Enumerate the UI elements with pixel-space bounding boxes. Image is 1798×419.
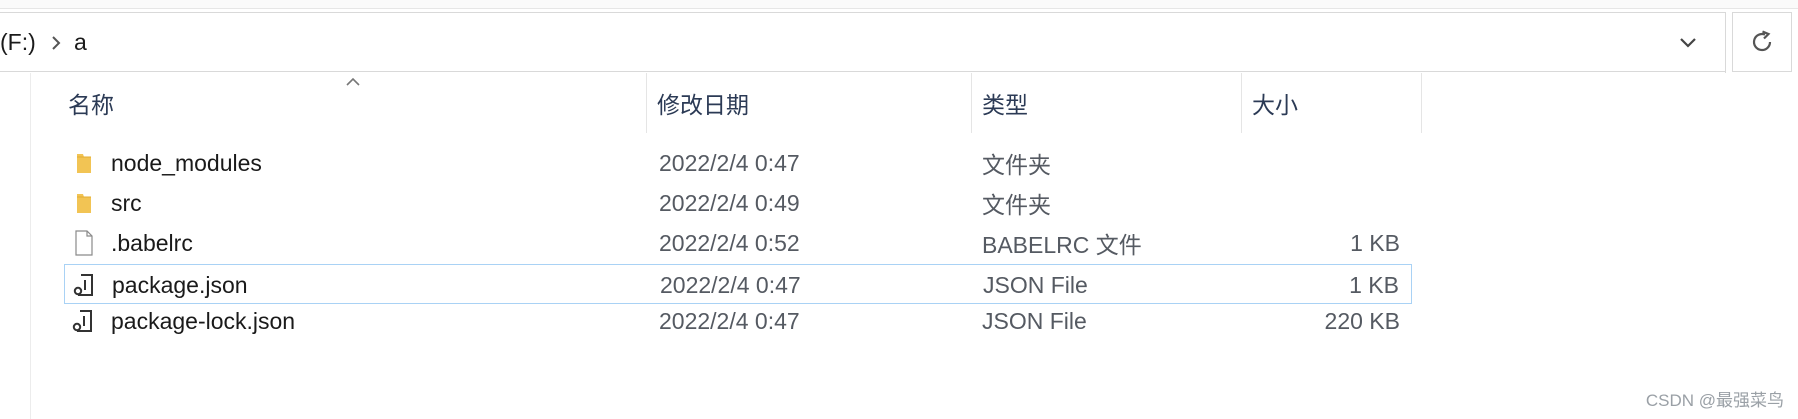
- file-date: 2022/2/4 0:47: [659, 307, 800, 334]
- column-header-size-label: 大小: [1252, 92, 1298, 118]
- file-row-node-modules[interactable]: node_modules 2022/2/4 0:47 文件夹: [64, 143, 1412, 183]
- file-size: 1 KB: [1349, 271, 1399, 298]
- column-header-size[interactable]: 大小: [1241, 73, 1422, 133]
- refresh-button[interactable]: [1732, 12, 1792, 72]
- chevron-down-icon: [1680, 38, 1696, 48]
- file-size: 220 KB: [1324, 307, 1400, 334]
- file-type: JSON File: [983, 271, 1088, 298]
- column-header-type-label: 类型: [982, 92, 1028, 118]
- file-name: node_modules: [111, 149, 262, 176]
- window-top-edge: [0, 0, 1798, 9]
- file-date: 2022/2/4 0:47: [660, 271, 801, 298]
- folder-icon: [70, 143, 98, 183]
- folder-icon: [70, 183, 98, 223]
- column-header-name-label: 名称: [68, 92, 114, 118]
- address-bar-divider: [1725, 13, 1726, 73]
- column-header-date[interactable]: 修改日期: [646, 73, 971, 133]
- address-history-dropdown[interactable]: [1672, 27, 1704, 59]
- file-row-package-lock-json[interactable]: package-lock.json 2022/2/4 0:47 JSON Fil…: [64, 301, 1412, 341]
- address-bar[interactable]: (F:) a: [0, 12, 1726, 73]
- file-row-src[interactable]: src 2022/2/4 0:49 文件夹: [64, 183, 1412, 223]
- json-file-icon: [71, 265, 99, 305]
- column-header-date-label: 修改日期: [657, 92, 749, 118]
- file-date: 2022/2/4 0:52: [659, 229, 800, 256]
- column-header-row: 名称 修改日期 类型 大小: [0, 73, 1422, 133]
- file-list-pane[interactable]: 名称 修改日期 类型 大小 node_modules 2022/2/4 0:47…: [0, 73, 1798, 419]
- file-row-package-json[interactable]: package.json 2022/2/4 0:47 JSON File 1 K…: [64, 264, 1412, 304]
- breadcrumb-folder[interactable]: a: [74, 29, 87, 56]
- file-icon: [70, 223, 98, 263]
- chevron-right-icon[interactable]: [50, 35, 62, 51]
- file-type: 文件夹: [982, 192, 1051, 218]
- json-file-icon: [70, 301, 98, 341]
- file-date: 2022/2/4 0:47: [659, 149, 800, 176]
- file-row-babelrc[interactable]: .babelrc 2022/2/4 0:52 BABELRC 文件 1 KB: [64, 223, 1412, 263]
- file-type: 文件夹: [982, 152, 1051, 178]
- breadcrumb-drive[interactable]: (F:): [0, 29, 36, 56]
- file-type: BABELRC 文件: [982, 232, 1142, 258]
- column-header-name[interactable]: 名称: [58, 73, 646, 133]
- column-header-type[interactable]: 类型: [971, 73, 1241, 133]
- file-name: package-lock.json: [111, 307, 296, 334]
- refresh-icon: [1752, 30, 1772, 52]
- watermark-text: CSDN @最强菜鸟: [1645, 391, 1784, 410]
- file-name: package.json: [112, 271, 248, 298]
- file-date: 2022/2/4 0:49: [659, 189, 800, 216]
- file-type: JSON File: [982, 307, 1087, 334]
- file-name: src: [111, 189, 142, 216]
- file-size: 1 KB: [1350, 229, 1400, 256]
- file-name: .babelrc: [111, 229, 193, 256]
